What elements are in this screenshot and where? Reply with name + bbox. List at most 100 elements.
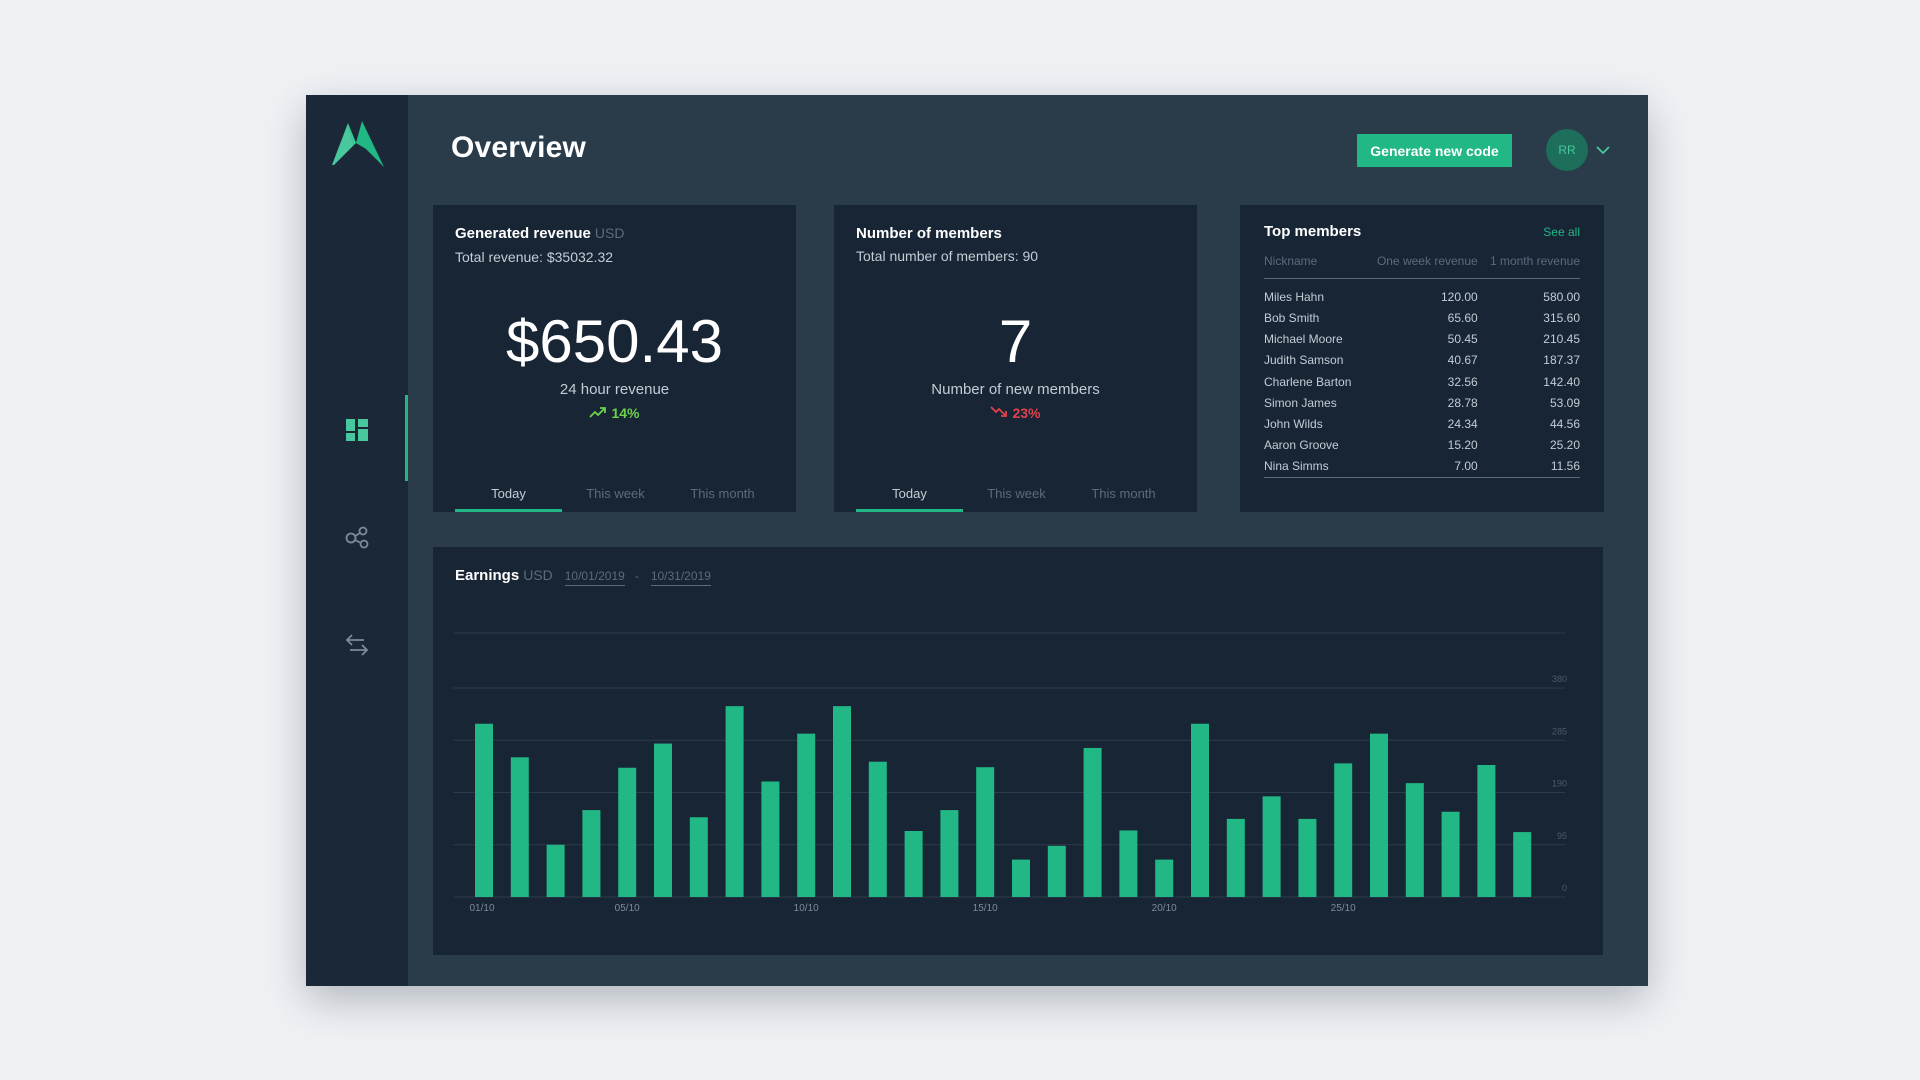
chart-bar[interactable] xyxy=(1262,796,1281,897)
page-title: Overview xyxy=(451,131,587,164)
chart-bar[interactable] xyxy=(1083,747,1102,897)
member-nickname: Nina Simms xyxy=(1264,459,1329,474)
chart-bar[interactable] xyxy=(761,781,780,898)
chart-bar[interactable] xyxy=(1047,845,1066,897)
table-row[interactable]: Aaron Groove 15.20 25.20 xyxy=(1264,435,1580,456)
member-month-revenue: 580.00 xyxy=(1543,290,1580,305)
chart-bar[interactable] xyxy=(1226,818,1245,897)
x-tick-label: 15/10 xyxy=(973,903,998,914)
member-nickname: Bob Smith xyxy=(1264,311,1320,326)
member-nickname: Miles Hahn xyxy=(1264,290,1325,305)
chart-bar[interactable] xyxy=(868,761,887,897)
nav-item-dashboard[interactable] xyxy=(306,395,408,481)
chart-bar[interactable] xyxy=(725,706,744,897)
chart-bar[interactable] xyxy=(1513,832,1532,897)
chart-bar[interactable] xyxy=(510,757,529,897)
member-week-revenue: 24.34 xyxy=(1447,417,1478,432)
nav-item-transfer[interactable] xyxy=(306,610,408,680)
tab-this-week[interactable]: This week xyxy=(963,476,1070,512)
chart-bar[interactable] xyxy=(582,810,601,897)
nav-item-share[interactable] xyxy=(306,503,408,573)
avatar-initials: RR xyxy=(1558,143,1576,157)
chart-bar[interactable] xyxy=(1334,763,1353,897)
column-header-nickname: Nickname xyxy=(1264,254,1364,279)
chart-bar[interactable] xyxy=(1119,830,1138,897)
y-tick-label: 0 xyxy=(1562,883,1567,893)
table-row[interactable]: Charlene Barton 32.56 142.40 xyxy=(1264,371,1580,392)
chart-bar[interactable] xyxy=(546,844,565,897)
members-trend-value: 23% xyxy=(1012,405,1041,421)
member-month-revenue: 187.37 xyxy=(1543,353,1580,368)
table-row[interactable]: Michael Moore 50.45 210.45 xyxy=(1264,329,1580,350)
chart-bar[interactable] xyxy=(833,706,851,897)
chart-bar[interactable] xyxy=(618,767,637,897)
table-row[interactable]: Bob Smith 65.60 315.60 xyxy=(1264,308,1580,329)
tab-this-week[interactable]: This week xyxy=(562,476,669,512)
chart-bar[interactable] xyxy=(904,831,923,897)
column-header-week-revenue: One week revenue xyxy=(1363,254,1478,279)
table-row[interactable]: Judith Samson 40.67 187.37 xyxy=(1264,350,1580,371)
new-members-value: 7 xyxy=(998,308,1033,375)
revenue-trend: 14% xyxy=(433,405,796,421)
members-card-title: Number of members xyxy=(856,225,1002,242)
generate-new-code-button[interactable]: Generate new code xyxy=(1357,134,1512,167)
chart-bar[interactable] xyxy=(1370,733,1388,897)
table-row[interactable]: John Wilds 24.34 44.56 xyxy=(1264,413,1580,434)
member-nickname: Charlene Barton xyxy=(1264,374,1352,389)
tab-this-month[interactable]: This month xyxy=(1070,476,1177,512)
members-period-tabs: Today This week This month xyxy=(856,476,1177,512)
column-header-month-revenue: 1 month revenue xyxy=(1477,254,1580,279)
revenue-period-tabs: Today This week This month xyxy=(455,476,776,512)
revenue-label: 24 hour revenue xyxy=(559,381,670,398)
member-week-revenue: 40.67 xyxy=(1447,353,1478,368)
table-row[interactable]: Simon James 28.78 53.09 xyxy=(1264,392,1580,413)
y-tick-label: 380 xyxy=(1552,674,1567,684)
member-month-revenue: 44.56 xyxy=(1549,417,1580,432)
tab-today[interactable]: Today xyxy=(856,476,963,512)
earnings-card: Earnings USD 10/01/2019 - 10/31/2019 0 95… xyxy=(433,547,1603,955)
member-nickname: Simon James xyxy=(1264,395,1337,410)
avatar[interactable]: RR xyxy=(1546,129,1588,171)
revenue-card-title: Generated revenue xyxy=(455,225,591,242)
y-tick-label: 190 xyxy=(1552,779,1567,789)
member-week-revenue: 7.00 xyxy=(1454,459,1478,474)
revenue-value: $650.43 xyxy=(506,308,723,375)
member-month-revenue: 25.20 xyxy=(1549,438,1580,453)
chevron-down-icon[interactable] xyxy=(1594,141,1612,159)
see-all-link[interactable]: See all xyxy=(1543,225,1580,239)
chart-bar[interactable] xyxy=(689,817,708,897)
chart-bar[interactable] xyxy=(1441,811,1460,897)
trend-up-icon xyxy=(589,405,607,421)
tab-this-month[interactable]: This month xyxy=(669,476,776,512)
chart-bar[interactable] xyxy=(1405,783,1424,897)
revenue-card: Generated revenue USD Total revenue: $350… xyxy=(433,205,796,512)
chart-bar[interactable] xyxy=(976,767,995,897)
dashboard-icon xyxy=(346,419,368,441)
top-members-table: Nickname One week revenue 1 month revenu… xyxy=(1264,254,1580,478)
member-week-revenue: 50.45 xyxy=(1447,332,1478,347)
chart-bar[interactable] xyxy=(1191,723,1209,897)
chart-bar[interactable] xyxy=(1477,765,1496,897)
total-members: Total number of members: 90 xyxy=(856,248,1039,264)
main-content: Overview Generate new code RR Generated … xyxy=(408,95,1648,986)
top-members-rows: Miles Hahn 120.00 580.00 Bob Smith 65.60 315.… xyxy=(1264,279,1580,477)
member-month-revenue: 53.09 xyxy=(1549,395,1580,410)
x-tick-label: 25/10 xyxy=(1331,903,1356,914)
chart-bar[interactable] xyxy=(940,810,959,897)
sidebar xyxy=(306,95,408,986)
chart-bar[interactable] xyxy=(1012,859,1030,897)
member-month-revenue: 11.56 xyxy=(1550,459,1580,474)
trend-down-icon xyxy=(990,405,1008,421)
chart-bar[interactable] xyxy=(475,723,493,897)
revenue-trend-value: 14% xyxy=(611,405,640,421)
chart-bar[interactable] xyxy=(1298,818,1317,897)
new-members-label: Number of new members xyxy=(931,381,1100,398)
brand-logo xyxy=(332,119,386,169)
chart-bar[interactable] xyxy=(654,743,672,897)
chart-bar[interactable] xyxy=(797,733,816,897)
tab-today[interactable]: Today xyxy=(455,476,562,512)
table-row[interactable]: Nina Simms 7.00 11.56 xyxy=(1264,456,1580,477)
member-week-revenue: 32.56 xyxy=(1447,374,1478,389)
chart-bar[interactable] xyxy=(1155,859,1174,897)
table-row[interactable]: Miles Hahn 120.00 580.00 xyxy=(1264,279,1580,308)
